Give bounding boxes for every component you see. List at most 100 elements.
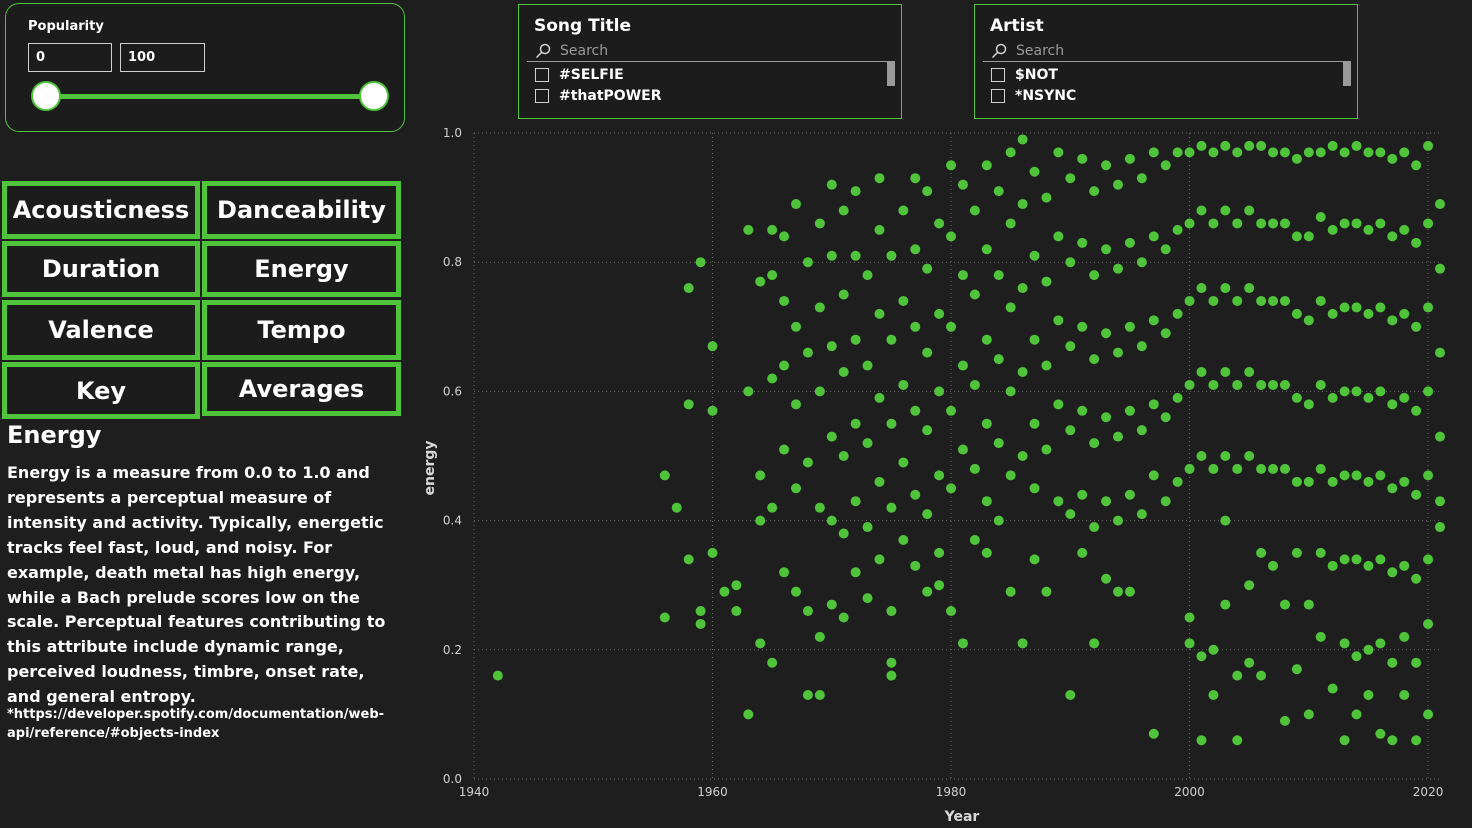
song-title-search-input[interactable]: Search bbox=[560, 43, 608, 59]
search-underline bbox=[983, 61, 1351, 62]
checkbox[interactable] bbox=[535, 89, 549, 103]
data-point bbox=[1232, 147, 1243, 158]
scrollbar[interactable] bbox=[887, 62, 895, 86]
data-point bbox=[1268, 379, 1279, 390]
data-point bbox=[1208, 644, 1219, 655]
data-point bbox=[1124, 153, 1135, 164]
popularity-min-handle[interactable] bbox=[31, 81, 61, 111]
data-point bbox=[1196, 651, 1207, 662]
data-point bbox=[1411, 237, 1422, 248]
checkbox[interactable] bbox=[991, 68, 1005, 82]
checkbox[interactable] bbox=[535, 68, 549, 82]
data-point bbox=[898, 534, 909, 545]
artist-slicer-title: Artist bbox=[990, 16, 1044, 36]
data-point bbox=[850, 496, 861, 507]
data-point bbox=[1315, 147, 1326, 158]
data-point bbox=[743, 224, 754, 235]
popularity-range-track[interactable] bbox=[46, 94, 379, 99]
data-point bbox=[791, 321, 801, 332]
data-point bbox=[1005, 386, 1016, 397]
data-point bbox=[767, 502, 778, 513]
data-point bbox=[1077, 237, 1088, 248]
data-point bbox=[1196, 205, 1207, 216]
data-point bbox=[1279, 295, 1290, 306]
popularity-slicer-title: Popularity bbox=[28, 19, 104, 34]
key-button[interactable]: Key bbox=[2, 362, 200, 419]
data-point bbox=[1303, 315, 1314, 326]
duration-button[interactable]: Duration bbox=[2, 241, 200, 297]
data-point bbox=[874, 173, 885, 184]
data-point bbox=[910, 173, 921, 184]
y-tick-label: 1.0 bbox=[443, 126, 462, 140]
data-point bbox=[1411, 160, 1422, 171]
data-point bbox=[981, 418, 992, 429]
data-point bbox=[1065, 509, 1076, 520]
data-point bbox=[1435, 263, 1445, 274]
data-point bbox=[1315, 211, 1326, 222]
data-point bbox=[1113, 515, 1123, 526]
data-point bbox=[1363, 644, 1374, 655]
data-point bbox=[791, 199, 801, 210]
acousticness-button[interactable]: Acousticness bbox=[2, 181, 200, 239]
data-point bbox=[1148, 231, 1159, 242]
data-point bbox=[755, 515, 766, 526]
artist-search-input[interactable]: Search bbox=[1016, 43, 1064, 59]
data-point bbox=[826, 250, 837, 261]
data-point bbox=[910, 560, 921, 571]
data-point bbox=[1101, 573, 1112, 584]
data-point bbox=[898, 379, 909, 390]
data-point bbox=[850, 186, 861, 197]
data-point bbox=[1411, 657, 1422, 668]
popularity-max-input[interactable]: 100 bbox=[120, 43, 205, 72]
data-point bbox=[1220, 515, 1231, 526]
data-point bbox=[1101, 244, 1112, 255]
data-point bbox=[922, 186, 933, 197]
energy-button[interactable]: Energy bbox=[202, 241, 401, 297]
data-point bbox=[838, 451, 849, 461]
data-point bbox=[1387, 315, 1398, 326]
slicer-item[interactable]: $NOT bbox=[991, 67, 1058, 83]
data-point bbox=[910, 321, 921, 332]
data-point bbox=[969, 205, 980, 216]
data-point bbox=[814, 690, 825, 701]
popularity-min-input[interactable]: 0 bbox=[28, 43, 112, 72]
data-point bbox=[1196, 367, 1207, 378]
data-point bbox=[981, 334, 992, 345]
data-point bbox=[1363, 690, 1374, 701]
data-point bbox=[1148, 147, 1159, 158]
data-point bbox=[1017, 283, 1028, 294]
data-point bbox=[1303, 231, 1314, 242]
data-point bbox=[1399, 476, 1410, 487]
slicer-item-label: *NSYNC bbox=[1015, 88, 1077, 104]
valence-button[interactable]: Valence bbox=[2, 300, 200, 360]
data-point bbox=[1363, 224, 1374, 235]
data-point bbox=[1196, 283, 1207, 294]
data-point bbox=[946, 160, 957, 171]
data-point bbox=[1423, 554, 1434, 565]
data-point bbox=[1136, 173, 1147, 184]
data-point bbox=[1315, 547, 1326, 558]
danceability-button[interactable]: Danceability bbox=[202, 181, 401, 239]
popularity-max-handle[interactable] bbox=[359, 81, 389, 111]
data-point bbox=[1351, 651, 1362, 662]
data-point bbox=[1029, 334, 1040, 345]
song-title-slicer: Song Title Search #SELFIE #thatPOWER bbox=[518, 4, 902, 119]
averages-button[interactable]: Averages bbox=[202, 362, 401, 416]
data-point bbox=[1208, 295, 1219, 306]
data-point bbox=[850, 567, 861, 578]
scrollbar[interactable] bbox=[1343, 62, 1351, 86]
slicer-item[interactable]: *NSYNC bbox=[991, 88, 1076, 104]
checkbox[interactable] bbox=[991, 89, 1005, 103]
data-point bbox=[922, 586, 933, 597]
data-point bbox=[934, 308, 945, 319]
song-title-slicer-title: Song Title bbox=[534, 16, 632, 36]
data-point bbox=[1124, 489, 1135, 500]
data-point bbox=[886, 670, 897, 681]
slicer-item[interactable]: #thatPOWER bbox=[535, 88, 661, 104]
data-point bbox=[1291, 476, 1302, 487]
data-point bbox=[1315, 295, 1326, 306]
slicer-item[interactable]: #SELFIE bbox=[535, 67, 624, 83]
data-point bbox=[1291, 308, 1302, 319]
tempo-button[interactable]: Tempo bbox=[202, 300, 401, 360]
data-point bbox=[1375, 386, 1386, 397]
